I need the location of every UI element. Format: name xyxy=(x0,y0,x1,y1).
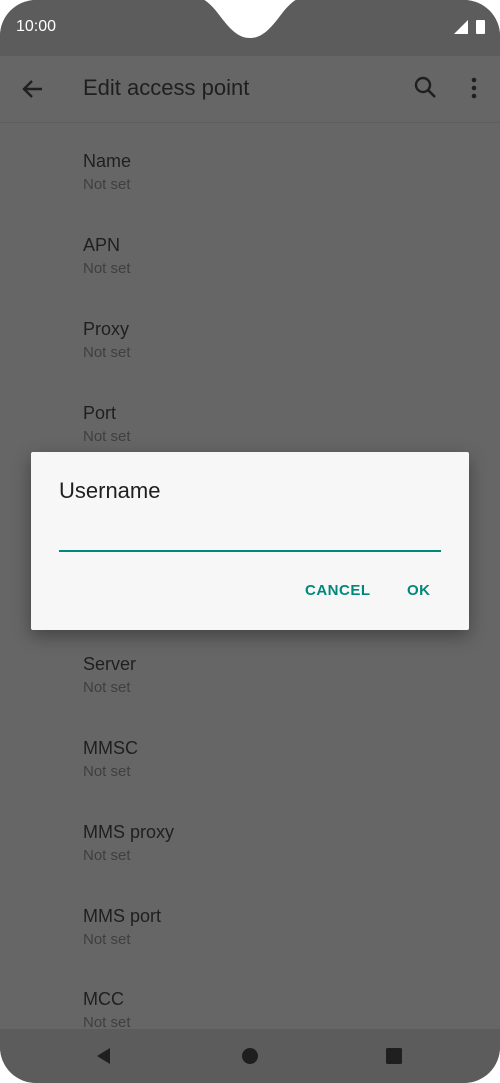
cancel-button[interactable]: CANCEL xyxy=(305,582,371,599)
pref-summary: Not set xyxy=(83,260,131,277)
ok-button[interactable]: OK xyxy=(407,582,431,599)
phone-screen: 10:00 Edit access point Name Not set APN… xyxy=(0,0,500,1083)
pref-summary: Not set xyxy=(83,176,131,193)
status-time: 10:00 xyxy=(16,18,57,35)
more-options-icon[interactable] xyxy=(458,70,490,106)
pref-summary: Not set xyxy=(83,931,131,948)
page-title: Edit access point xyxy=(83,75,250,100)
battery-icon xyxy=(476,20,485,34)
pref-item-mmsc[interactable]: MMSC Not set xyxy=(0,718,500,794)
app-bar: Edit access point xyxy=(0,56,500,123)
pref-title: Server xyxy=(83,654,137,674)
pref-title: Name xyxy=(83,151,132,171)
navigation-bar xyxy=(0,1029,500,1083)
pref-summary: Not set xyxy=(83,847,131,864)
pref-item-apn[interactable]: APN Not set xyxy=(0,215,500,291)
pref-summary: Not set xyxy=(83,428,131,445)
username-dialog: Username CANCEL OK xyxy=(31,452,469,630)
pref-title: Proxy xyxy=(83,319,130,339)
dialog-title: Username xyxy=(59,478,161,503)
pref-title: MMS proxy xyxy=(83,822,175,842)
signal-icon xyxy=(454,20,468,34)
status-bar: 10:00 xyxy=(0,0,500,56)
pref-summary: Not set xyxy=(83,344,131,361)
pref-item-port[interactable]: Port Not set xyxy=(0,383,500,459)
pref-title: MMSC xyxy=(83,738,138,758)
pref-title: MMS port xyxy=(83,906,162,926)
pref-title: APN xyxy=(83,235,121,255)
nav-back-icon[interactable] xyxy=(94,1046,114,1066)
pref-item-mms-port[interactable]: MMS port Not set xyxy=(0,886,500,962)
search-icon[interactable] xyxy=(408,70,444,106)
camera-notch xyxy=(204,0,296,38)
pref-item-mms-proxy[interactable]: MMS proxy Not set xyxy=(0,802,500,878)
nav-recents-icon[interactable] xyxy=(385,1047,403,1065)
back-arrow-icon[interactable] xyxy=(14,70,52,108)
pref-summary: Not set xyxy=(83,763,131,780)
signal-battery-icons xyxy=(454,20,485,34)
pref-title: MCC xyxy=(83,989,124,1009)
pref-item-name[interactable]: Name Not set xyxy=(0,131,500,207)
pref-title: Port xyxy=(83,403,117,423)
nav-home-icon[interactable] xyxy=(241,1047,259,1065)
pref-item-proxy[interactable]: Proxy Not set xyxy=(0,299,500,375)
pref-summary: Not set xyxy=(83,679,131,696)
username-input[interactable] xyxy=(59,518,441,552)
pref-item-server[interactable]: Server Not set xyxy=(0,634,500,710)
